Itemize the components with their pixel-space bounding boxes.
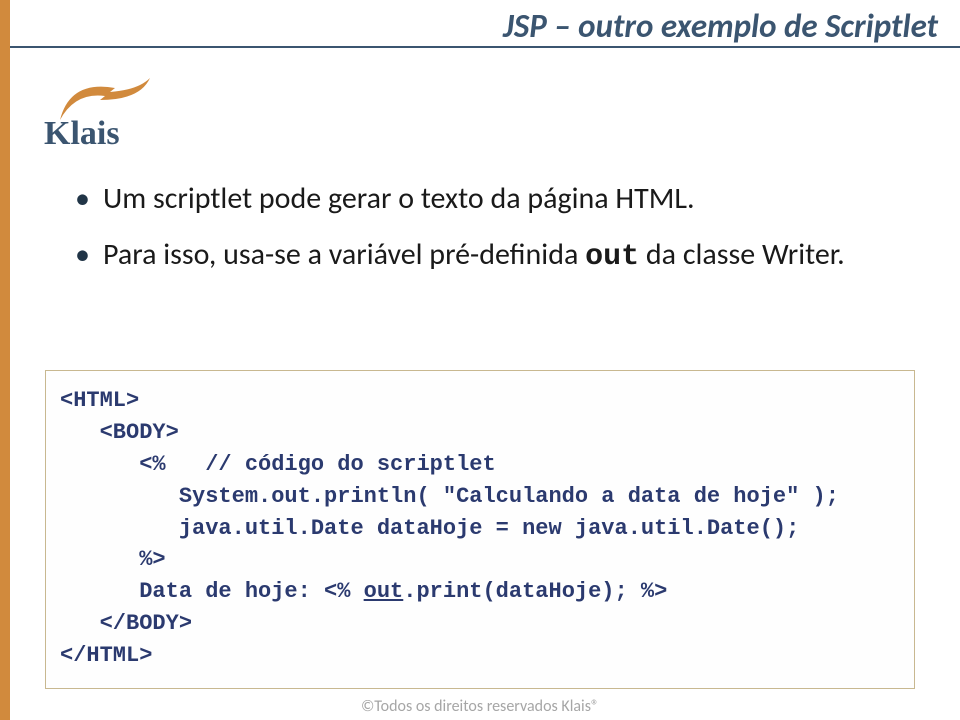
left-accent-bar <box>0 0 10 720</box>
code-line: System.out.println( "Calculando a data d… <box>60 484 839 509</box>
bullet-list: Um scriptlet pode gerar o texto da págin… <box>75 180 895 276</box>
logo-text: Klais <box>44 115 120 150</box>
content-area: Um scriptlet pode gerar o texto da págin… <box>75 180 895 294</box>
code-line: %> <box>60 547 166 572</box>
code-line: java.util.Date dataHoje = new java.util.… <box>60 516 799 541</box>
top-rule <box>10 46 960 48</box>
code-line: </BODY> <box>60 611 192 636</box>
logo-klais: Klais <box>40 70 180 150</box>
bullet-item: Para isso, usa-se a variável pré-definid… <box>75 236 895 277</box>
code-line: </HTML> <box>60 643 152 668</box>
code-line-part: Data de hoje: <% <box>60 579 364 604</box>
code-line: <HTML> <box>60 388 139 413</box>
code-block: <HTML> <BODY> <% // código do scriptlet … <box>45 370 915 689</box>
bullet-text-before: Para isso, usa-se a variável pré-definid… <box>103 236 585 273</box>
bullet-mono: out <box>585 240 639 274</box>
bullet-text: Um scriptlet pode gerar o texto da págin… <box>103 180 695 217</box>
slide-title: JSP – outro exemplo de Scriptlet <box>0 6 960 46</box>
bullet-text-after: da classe Writer. <box>639 236 845 273</box>
code-line-part: .print(dataHoje); %> <box>403 579 667 604</box>
bullet-item: Um scriptlet pode gerar o texto da págin… <box>75 180 895 218</box>
code-underlined: out <box>364 579 404 604</box>
footer-text: ©Todos os direitos reservados Klais® <box>0 697 960 716</box>
code-line: <BODY> <box>60 420 179 445</box>
code-line: <% // código do scriptlet <box>60 452 496 477</box>
